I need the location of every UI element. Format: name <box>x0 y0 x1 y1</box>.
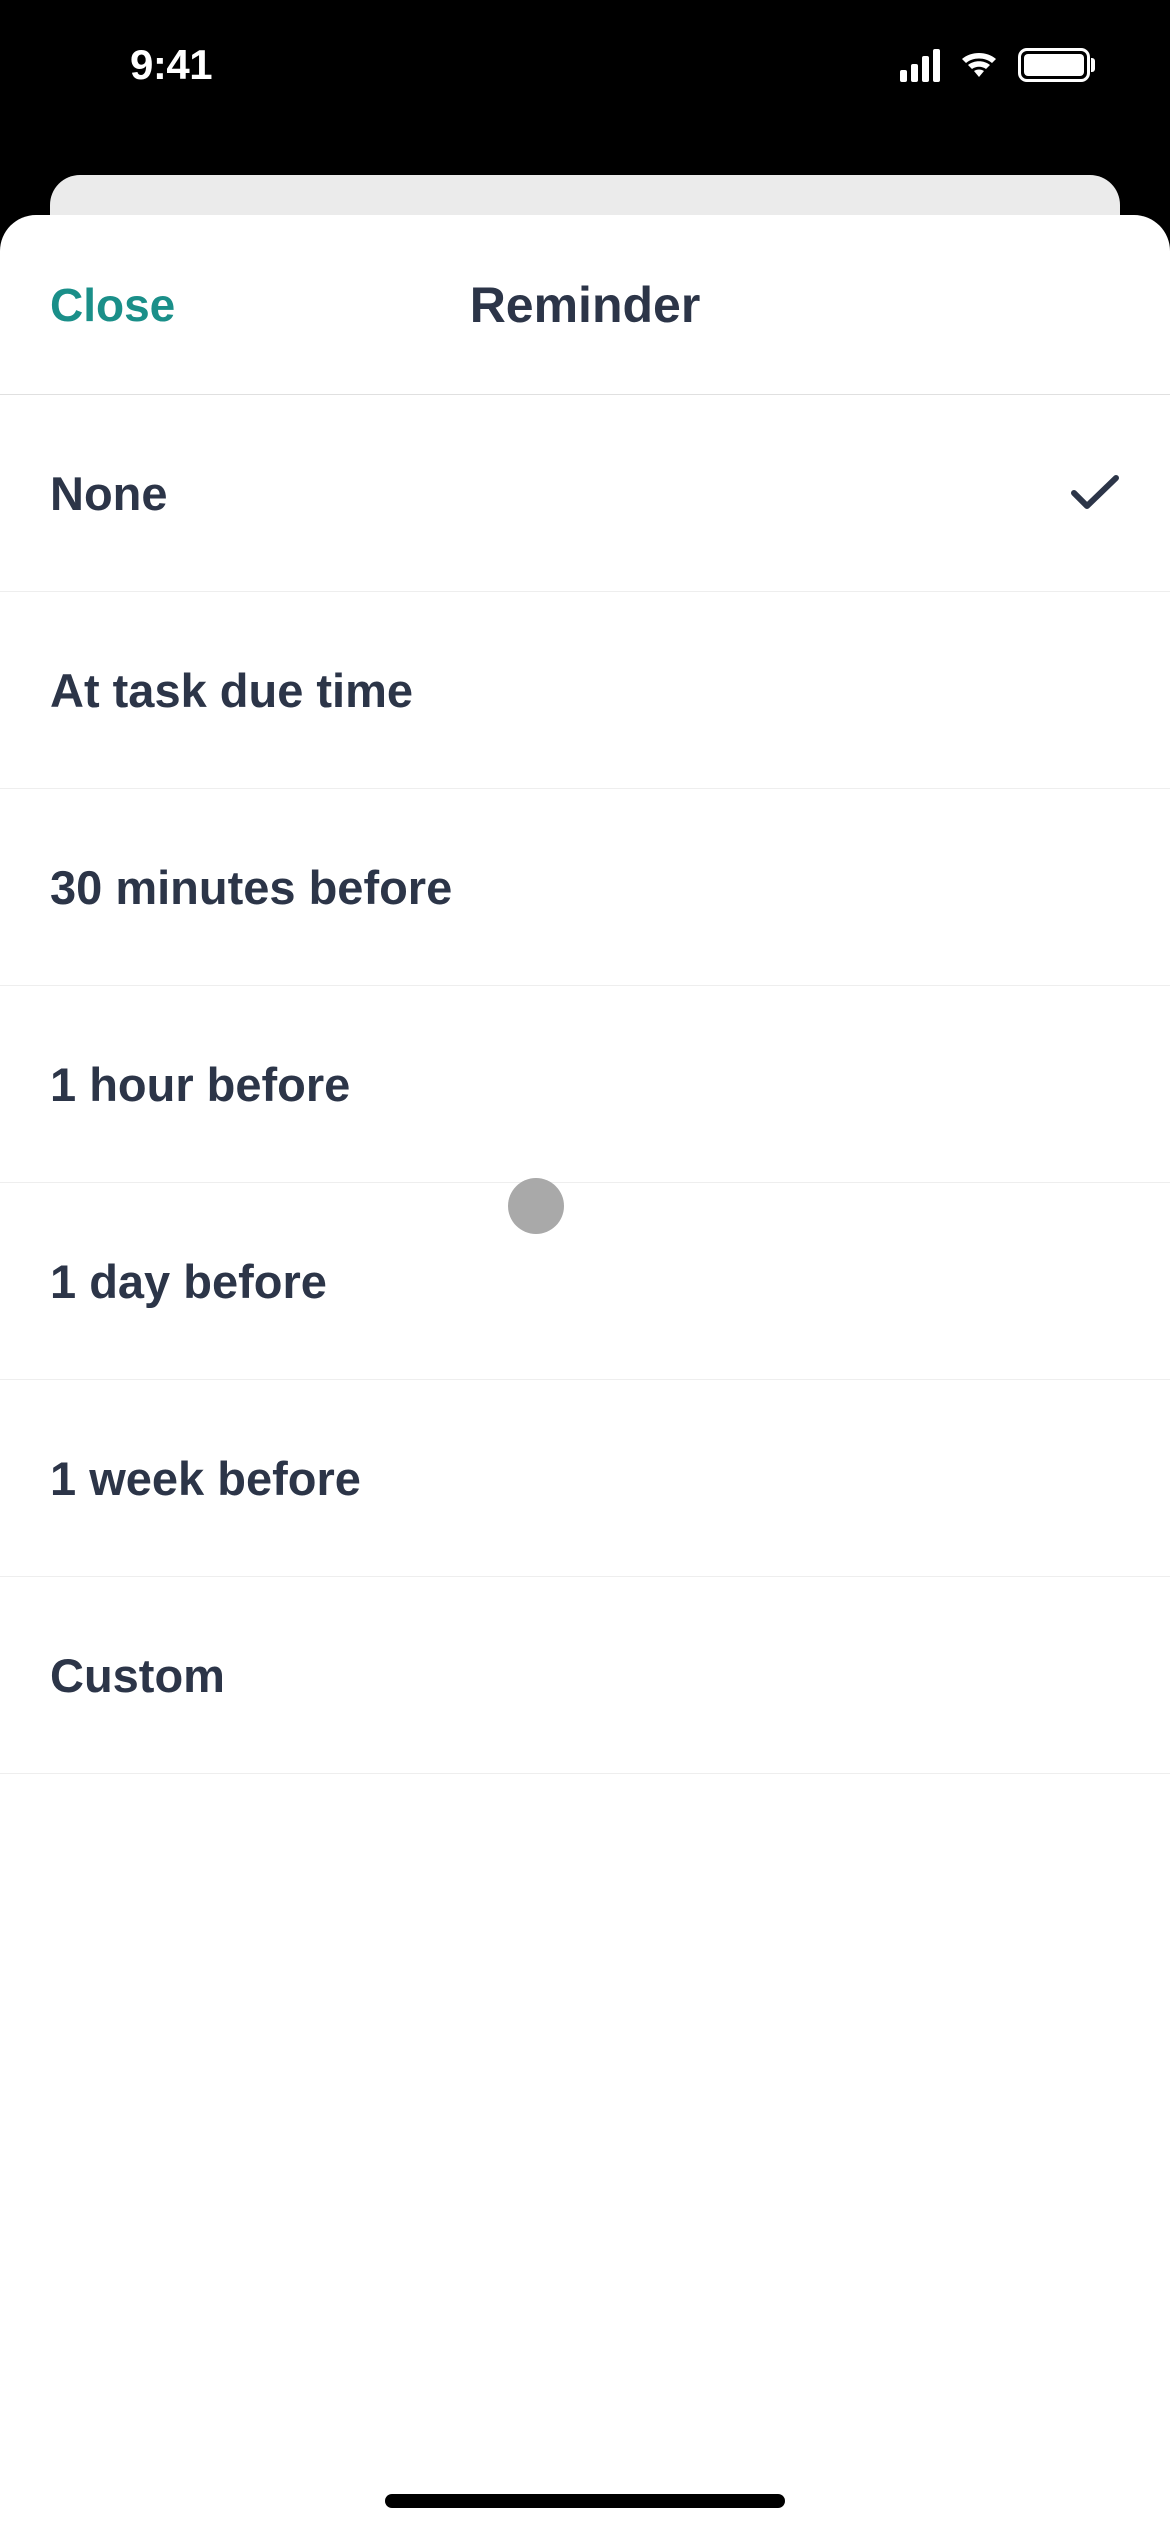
cellular-signal-icon <box>900 49 940 82</box>
option-custom[interactable]: Custom <box>0 1577 1170 1774</box>
option-label: 30 minutes before <box>50 860 452 915</box>
modal-title: Reminder <box>0 276 1170 334</box>
option-1-week-before[interactable]: 1 week before <box>0 1380 1170 1577</box>
option-label: 1 week before <box>50 1451 361 1506</box>
status-time: 9:41 <box>130 41 212 89</box>
option-1-hour-before[interactable]: 1 hour before <box>0 986 1170 1183</box>
close-button[interactable]: Close <box>50 278 175 332</box>
option-label: At task due time <box>50 663 413 718</box>
option-label: None <box>50 466 168 521</box>
option-label: Custom <box>50 1648 225 1703</box>
reminder-modal: Close Reminder None At task due time 30 … <box>0 215 1170 2532</box>
status-icons <box>900 48 1090 82</box>
modal-header: Close Reminder <box>0 215 1170 395</box>
checkmark-icon <box>1070 473 1120 513</box>
battery-icon <box>1018 48 1090 82</box>
home-indicator[interactable] <box>385 2494 785 2508</box>
wifi-icon <box>958 49 1000 81</box>
status-bar: 9:41 <box>0 0 1170 130</box>
option-label: 1 day before <box>50 1254 327 1309</box>
option-none[interactable]: None <box>0 395 1170 592</box>
option-label: 1 hour before <box>50 1057 350 1112</box>
reminder-options-list: None At task due time 30 minutes before … <box>0 395 1170 1774</box>
option-1-day-before[interactable]: 1 day before <box>0 1183 1170 1380</box>
option-30-minutes-before[interactable]: 30 minutes before <box>0 789 1170 986</box>
option-at-task-due-time[interactable]: At task due time <box>0 592 1170 789</box>
